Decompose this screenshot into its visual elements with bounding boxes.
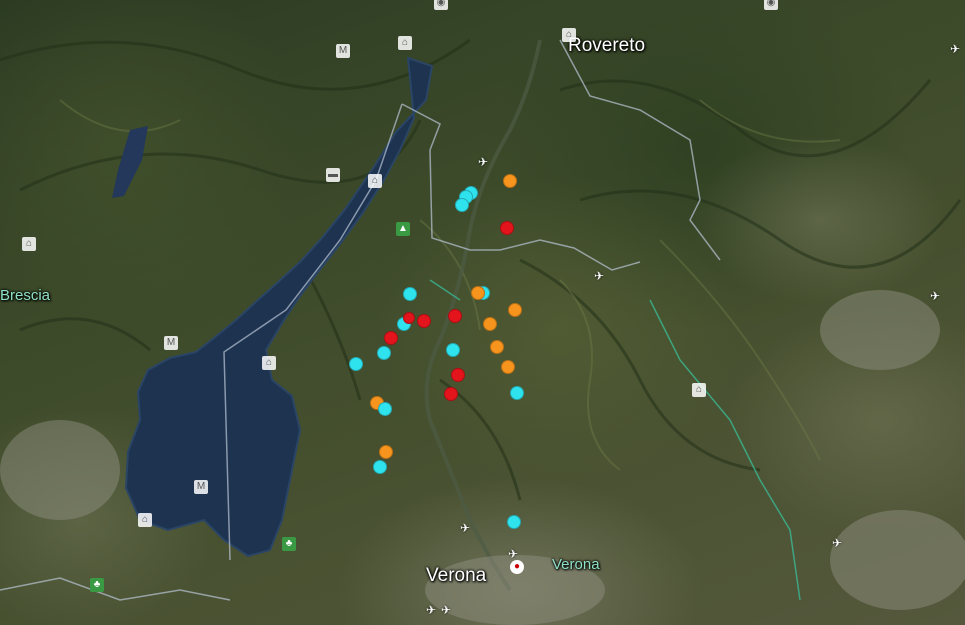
marker-red[interactable]: [417, 314, 431, 328]
satellite-map[interactable]: Rovereto Verona Verona Brescia ◉ ◉ M ⌂ ⌂…: [0, 0, 965, 625]
park-icon[interactable]: ♣: [90, 578, 104, 592]
marker-orange[interactable]: [471, 286, 485, 300]
marker-red[interactable]: [403, 312, 415, 324]
museum-icon[interactable]: M: [194, 480, 208, 494]
monument-icon[interactable]: ⌂: [398, 36, 412, 50]
marker-red[interactable]: [444, 387, 458, 401]
marker-cyan[interactable]: [377, 346, 391, 360]
marker-cyan[interactable]: [455, 198, 469, 212]
marker-red[interactable]: [451, 368, 465, 382]
camera-icon[interactable]: ◉: [434, 0, 448, 10]
marker-cyan[interactable]: [446, 343, 460, 357]
airport-icon[interactable]: ✈: [832, 537, 842, 549]
monument-icon[interactable]: ⌂: [262, 356, 276, 370]
marker-cyan[interactable]: [378, 402, 392, 416]
marker-cyan[interactable]: [403, 287, 417, 301]
monument-icon[interactable]: ⌂: [692, 383, 706, 397]
camera-icon[interactable]: ◉: [764, 0, 778, 10]
marker-cyan[interactable]: [373, 460, 387, 474]
airport-icon[interactable]: ✈: [460, 522, 470, 534]
map-label-brescia[interactable]: Brescia: [0, 287, 50, 304]
airport-icon[interactable]: ✈: [508, 548, 518, 560]
park-icon[interactable]: ▲: [396, 222, 410, 236]
hotel-icon[interactable]: ▬: [326, 168, 340, 182]
marker-orange[interactable]: [503, 174, 517, 188]
map-label-verona-province[interactable]: Verona: [552, 556, 600, 573]
monument-icon[interactable]: ⌂: [138, 513, 152, 527]
museum-icon[interactable]: M: [164, 336, 178, 350]
airport-icon[interactable]: ✈: [930, 290, 940, 302]
terrain-layer: [0, 38, 965, 625]
marker-red[interactable]: [384, 331, 398, 345]
monument-icon[interactable]: ⌂: [562, 28, 576, 42]
marker-cyan[interactable]: [349, 357, 363, 371]
city-center-icon[interactable]: ●: [510, 560, 524, 574]
marker-cyan[interactable]: [507, 515, 521, 529]
marker-orange[interactable]: [490, 340, 504, 354]
airport-icon[interactable]: ✈: [478, 156, 488, 168]
marker-orange[interactable]: [508, 303, 522, 317]
lake-garda: [124, 56, 434, 558]
map-label-verona[interactable]: Verona: [426, 565, 486, 587]
marker-red[interactable]: [500, 221, 514, 235]
marker-orange[interactable]: [501, 360, 515, 374]
monument-icon[interactable]: ⌂: [368, 174, 382, 188]
marker-cyan[interactable]: [510, 386, 524, 400]
museum-icon[interactable]: ⌂: [22, 237, 36, 251]
park-icon[interactable]: ♣: [282, 537, 296, 551]
map-label-rovereto[interactable]: Rovereto: [568, 35, 645, 57]
airport-icon[interactable]: ✈: [441, 604, 451, 616]
marker-orange[interactable]: [379, 445, 393, 459]
airport-icon[interactable]: ✈: [950, 43, 960, 55]
airport-icon[interactable]: ✈: [426, 604, 436, 616]
airport-icon[interactable]: ✈: [594, 270, 604, 282]
museum-icon[interactable]: M: [336, 44, 350, 58]
marker-orange[interactable]: [483, 317, 497, 331]
marker-red[interactable]: [448, 309, 462, 323]
